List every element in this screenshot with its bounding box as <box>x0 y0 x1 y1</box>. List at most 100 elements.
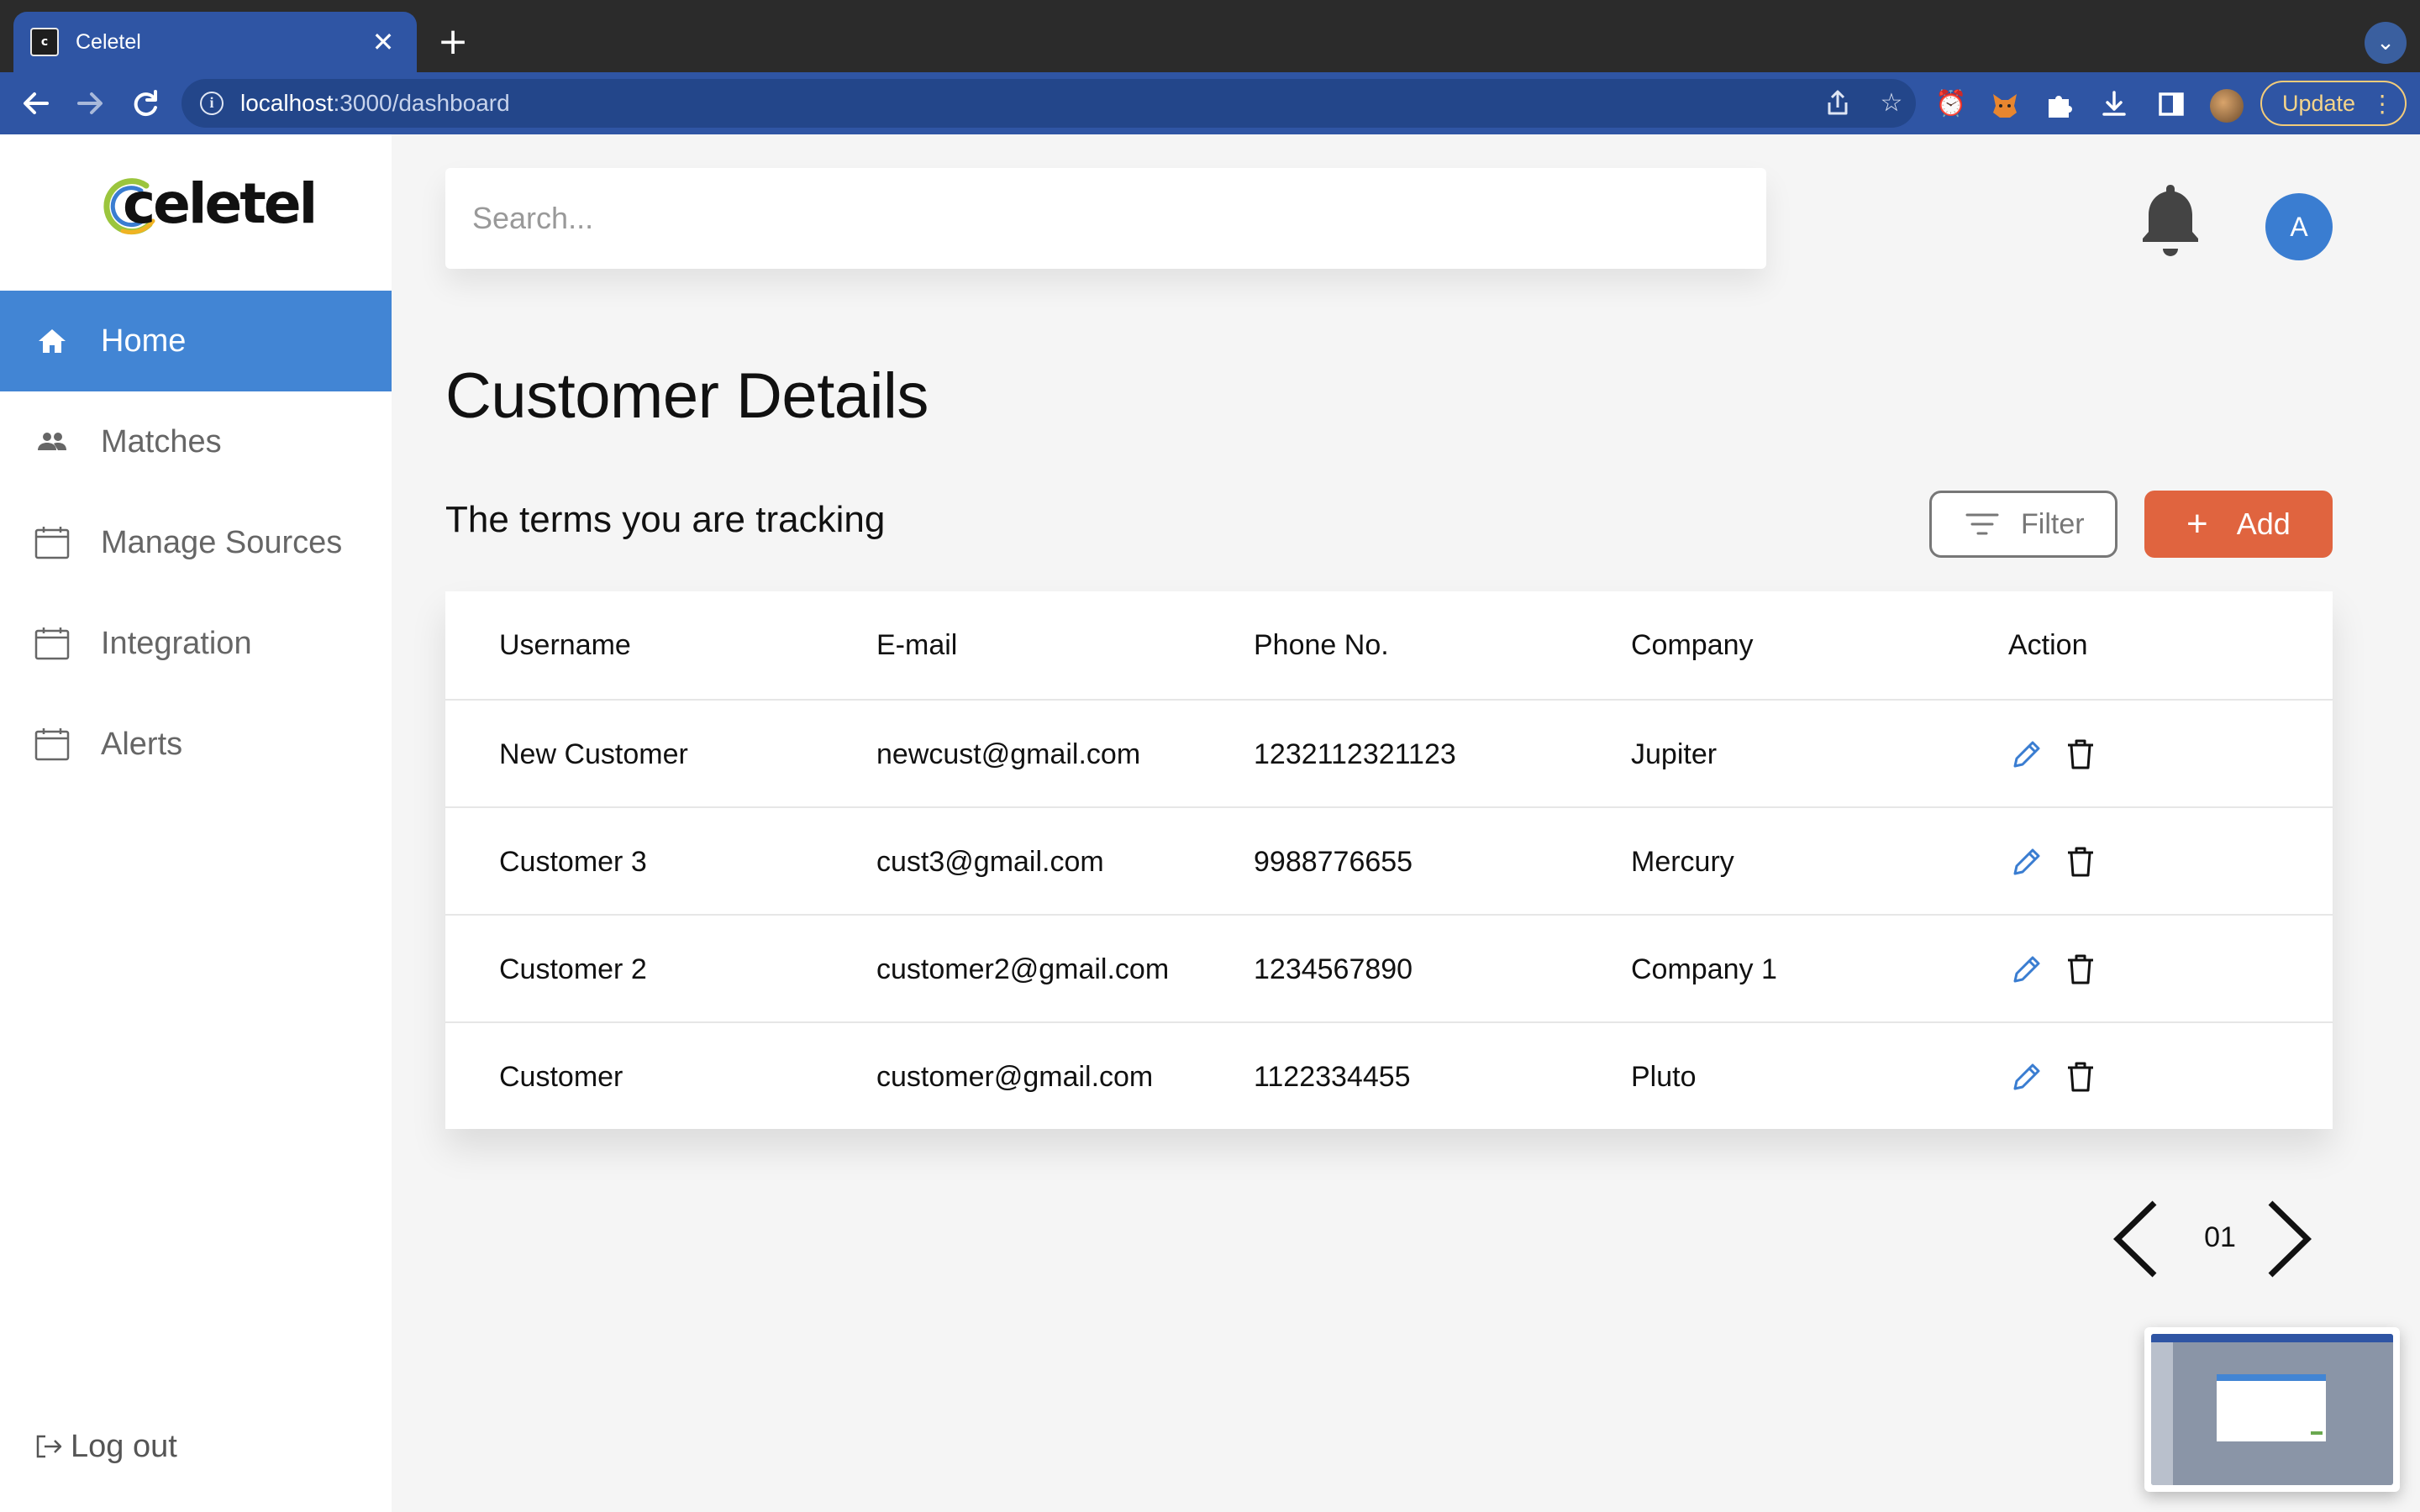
url-text: localhost:3000/dashboard <box>240 90 510 117</box>
new-tab-icon[interactable]: + <box>432 22 474 64</box>
cell-company: Company 1 <box>1631 953 1777 985</box>
search-bar[interactable] <box>445 168 1766 269</box>
edit-pencil-icon[interactable] <box>2008 736 2045 773</box>
cell-username: Customer <box>499 1060 623 1093</box>
edit-pencil-icon[interactable] <box>2008 843 2045 880</box>
column-header-action: Action <box>2008 628 2088 661</box>
avatar-initial: A <box>2290 211 2308 242</box>
browser-tab[interactable]: c Celetel ✕ <box>13 12 417 72</box>
plus-icon: + <box>2186 503 2208 544</box>
cell-email: customer2@gmail.com <box>876 953 1170 985</box>
home-icon <box>34 323 71 360</box>
filter-icon <box>1965 513 1999 535</box>
extensions-puzzle-icon[interactable] <box>2042 87 2075 121</box>
tab-close-icon[interactable]: ✕ <box>366 26 400 58</box>
cell-phone: 1122334455 <box>1254 1060 1411 1093</box>
sidebar-item-alerts[interactable]: Alerts <box>0 694 392 795</box>
sidebar-item-label: Manage Sources <box>101 524 343 560</box>
site-info-icon[interactable]: i <box>200 92 224 115</box>
cell-actions <box>2008 916 2116 1023</box>
cell-phone: 9988776655 <box>1254 845 1413 878</box>
bookmark-star-icon[interactable]: ☆ <box>1876 87 1907 119</box>
more-menu-icon[interactable]: ⋮ <box>2370 90 2394 118</box>
url-host: localhost <box>240 90 334 116</box>
sidebar-item-matches[interactable]: Matches <box>0 391 392 492</box>
cell-username: Customer 2 <box>499 953 647 985</box>
address-bar[interactable]: i localhost:3000/dashboard ☆ <box>182 79 1916 128</box>
filter-label: Filter <box>2021 507 2085 540</box>
sidebar-item-home[interactable]: Home <box>0 291 392 391</box>
logout-icon <box>34 1428 64 1465</box>
alarm-clock-extension-icon[interactable]: ⏰ <box>1934 87 1968 121</box>
cell-email: newcust@gmail.com <box>876 738 1141 770</box>
table-row[interactable]: New Customer newcust@gmail.com 123211232… <box>445 699 2333 806</box>
delete-trash-icon[interactable] <box>2062 736 2099 773</box>
search-input[interactable] <box>472 201 1766 236</box>
cell-actions <box>2008 1023 2116 1131</box>
cell-company: Mercury <box>1631 845 1734 878</box>
sidebar-nav: Home Matches Manage Sources Integration … <box>0 291 392 795</box>
column-header-username[interactable]: Username <box>499 591 631 699</box>
cell-actions <box>2008 701 2116 808</box>
browser-profile-avatar[interactable] <box>2210 89 2244 123</box>
thumbnail-image <box>2151 1334 2393 1485</box>
filter-button[interactable]: Filter <box>1929 491 2118 558</box>
sidebar-item-label: Home <box>101 323 187 359</box>
tab-list-chevron-icon[interactable]: ⌄ <box>2365 22 2407 64</box>
user-avatar[interactable]: A <box>2265 193 2333 260</box>
back-arrow-icon[interactable] <box>13 81 59 126</box>
cell-email: cust3@gmail.com <box>876 845 1104 878</box>
cell-username: Customer 3 <box>499 845 647 878</box>
cell-phone: 1234567890 <box>1254 953 1413 985</box>
table-row[interactable]: Customer 3 cust3@gmail.com 9988776655 Me… <box>445 806 2333 914</box>
logout-button[interactable]: Log out <box>34 1428 177 1465</box>
add-button[interactable]: + Add <box>2144 491 2333 558</box>
browser-toolbar: i localhost:3000/dashboard ☆ ⏰ Update ⋮ <box>0 72 2420 134</box>
logo-text: celetel <box>123 171 318 236</box>
edit-pencil-icon[interactable] <box>2008 1058 2045 1095</box>
column-header-company[interactable]: Company <box>1631 591 1754 699</box>
forward-arrow-icon[interactable] <box>67 81 113 126</box>
sidebar-item-integration[interactable]: Integration <box>0 593 392 694</box>
calendar-icon <box>34 726 71 763</box>
edit-pencil-icon[interactable] <box>2008 951 2045 988</box>
table-header-row: Username E-mail Phone No. Company Action <box>445 591 2333 699</box>
calendar-icon <box>34 625 71 662</box>
delete-trash-icon[interactable] <box>2062 843 2099 880</box>
sidebar-item-manage-sources[interactable]: Manage Sources <box>0 492 392 593</box>
sidebar-item-label: Matches <box>101 423 222 459</box>
customer-table: Username E-mail Phone No. Company Action… <box>445 591 2333 1129</box>
column-header-phone[interactable]: Phone No. <box>1254 591 1389 699</box>
next-page-chevron-icon[interactable] <box>2260 1196 2316 1282</box>
share-icon[interactable] <box>1822 87 1854 119</box>
current-page-number: 01 <box>2204 1221 2236 1253</box>
sidebar: celetel Home Matches Manage Sources Inte… <box>0 134 392 1512</box>
reload-icon[interactable] <box>123 81 168 126</box>
page-subtitle: The terms you are tracking <box>445 499 886 540</box>
screenshot-thumbnail-preview[interactable] <box>2144 1327 2400 1492</box>
fox-extension-icon[interactable] <box>1988 87 2022 121</box>
celetel-logo[interactable]: celetel <box>97 168 318 244</box>
cell-email: customer@gmail.com <box>876 1060 1154 1093</box>
notification-bell-icon[interactable] <box>2134 178 2207 259</box>
add-label: Add <box>2236 507 2291 541</box>
logout-label: Log out <box>71 1428 177 1464</box>
page-title: Customer Details <box>445 360 929 432</box>
side-panel-icon[interactable] <box>2154 87 2188 121</box>
table-row[interactable]: Customer 2 customer2@gmail.com 123456789… <box>445 914 2333 1021</box>
tab-favicon-icon: c <box>30 28 59 56</box>
sidebar-item-label: Integration <box>101 625 252 661</box>
delete-trash-icon[interactable] <box>2062 951 2099 988</box>
download-icon[interactable] <box>2097 87 2131 121</box>
people-icon <box>34 423 71 460</box>
cell-phone: 1232112321123 <box>1254 738 1456 770</box>
url-path: :3000/dashboard <box>333 90 510 116</box>
table-row[interactable]: Customer customer@gmail.com 1122334455 P… <box>445 1021 2333 1129</box>
update-button[interactable]: Update ⋮ <box>2260 81 2407 126</box>
cell-company: Jupiter <box>1631 738 1718 770</box>
cell-company: Pluto <box>1631 1060 1697 1093</box>
column-header-email[interactable]: E-mail <box>876 591 957 699</box>
delete-trash-icon[interactable] <box>2062 1058 2099 1095</box>
previous-page-chevron-icon[interactable] <box>2109 1196 2165 1282</box>
update-label: Update <box>2282 90 2356 116</box>
